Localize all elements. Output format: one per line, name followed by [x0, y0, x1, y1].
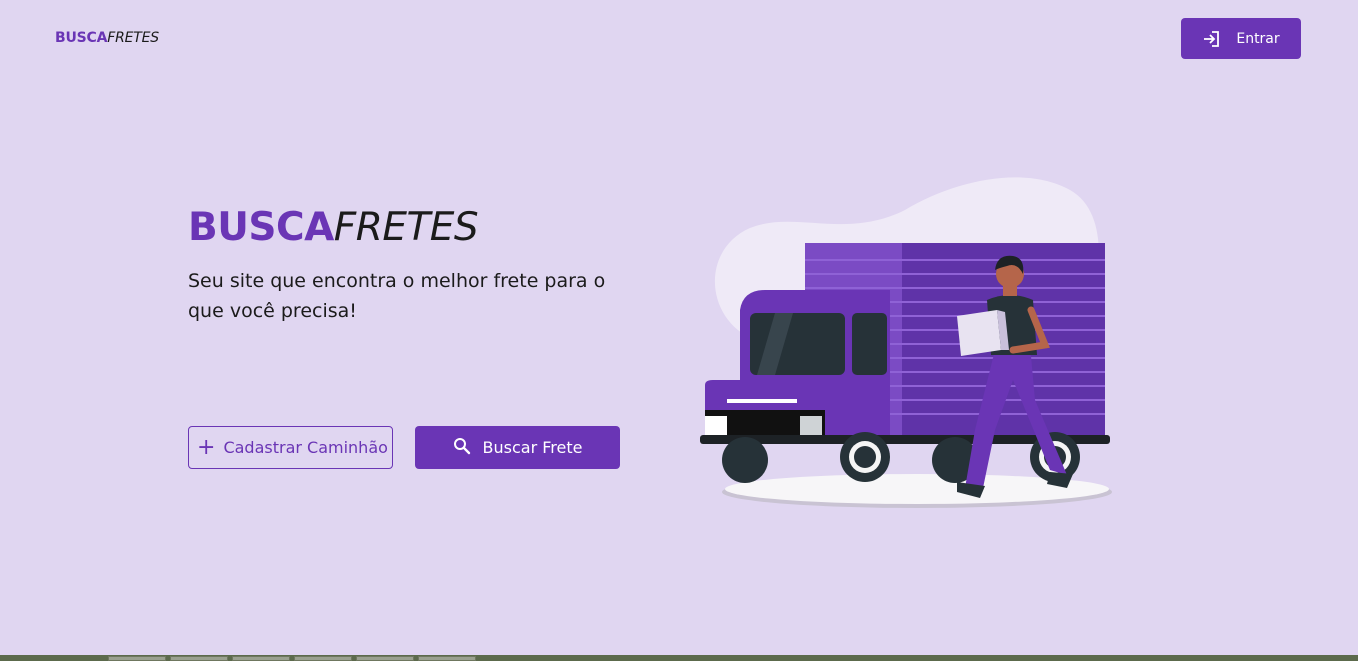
- search-freight-label: Buscar Frete: [482, 438, 583, 457]
- register-truck-label: Cadastrar Caminhão: [223, 438, 388, 457]
- strip-tab: [356, 656, 414, 661]
- logo-italic: FRETES: [107, 30, 159, 46]
- login-icon: [1202, 29, 1222, 49]
- logo-bold: BUSCA: [55, 30, 108, 46]
- bottom-strip: [0, 655, 1358, 661]
- search-icon: [453, 437, 471, 459]
- search-freight-button[interactable]: Buscar Frete: [415, 426, 620, 469]
- login-button[interactable]: Entrar: [1181, 18, 1301, 59]
- login-label: Entrar: [1236, 30, 1280, 47]
- logo[interactable]: BUSCAFRETES: [55, 29, 159, 47]
- plus-icon: +: [197, 434, 216, 460]
- hero-title-bold: BUSCA: [188, 205, 334, 250]
- strip-tab: [418, 656, 476, 661]
- hero-title: BUSCAFRETES: [188, 205, 479, 251]
- strip-tab: [294, 656, 352, 661]
- strip-tab: [170, 656, 228, 661]
- hero-title-italic: FRETES: [333, 205, 479, 250]
- strip-tab: [108, 656, 166, 661]
- register-truck-button[interactable]: + Cadastrar Caminhão: [188, 426, 393, 469]
- strip-tab: [232, 656, 290, 661]
- delivery-truck-illustration: [695, 170, 1125, 515]
- header: BUSCAFRETES Entrar: [0, 0, 1358, 78]
- hero-subtitle: Seu site que encontra o melhor frete par…: [188, 270, 606, 322]
